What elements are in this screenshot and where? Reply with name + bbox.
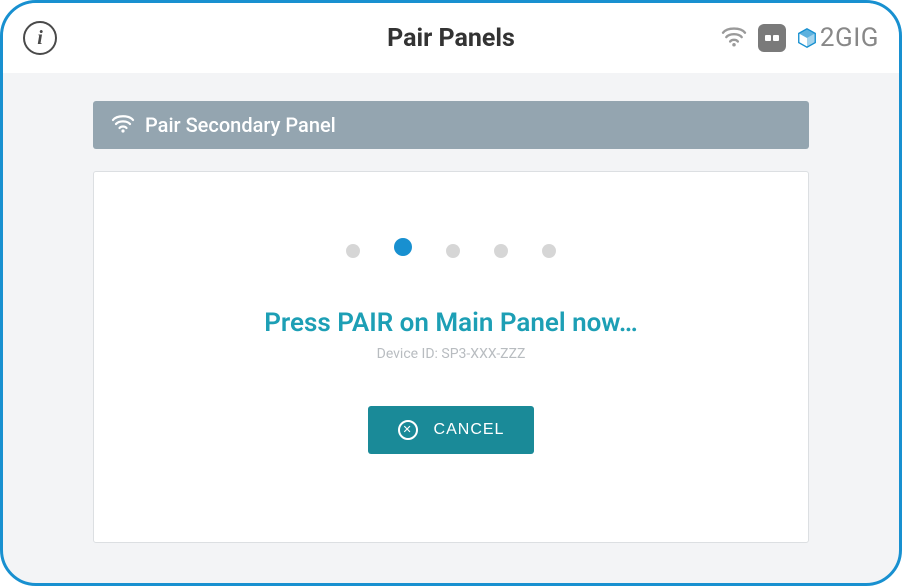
- section-header: Pair Secondary Panel: [93, 101, 809, 149]
- page-title: Pair Panels: [387, 24, 515, 53]
- power-plug-icon: [758, 24, 786, 52]
- wifi-icon: [111, 113, 135, 137]
- cancel-button-label: CANCEL: [434, 421, 505, 439]
- brand-text: 2GIG: [820, 23, 879, 53]
- progress-dot: [542, 244, 556, 258]
- header-bar: i Pair Panels: [3, 3, 899, 73]
- pairing-card: Press PAIR on Main Panel now… Device ID:…: [93, 171, 809, 543]
- section-title: Pair Secondary Panel: [145, 113, 336, 137]
- cancel-button[interactable]: ✕ CANCEL: [368, 406, 535, 454]
- device-id-text: Device ID: SP3-XXX-ZZZ: [377, 346, 526, 362]
- instruction-text: Press PAIR on Main Panel now…: [264, 308, 638, 338]
- brand-logo: 2GIG: [796, 23, 879, 53]
- screen-frame: i Pair Panels: [0, 0, 902, 586]
- progress-dot: [494, 244, 508, 258]
- progress-dot: [346, 244, 360, 258]
- brand-cube-icon: [796, 27, 818, 49]
- header-status-icons: 2GIG: [720, 23, 879, 53]
- progress-dot: [446, 244, 460, 258]
- x-circle-icon: ✕: [398, 420, 418, 440]
- wifi-icon: [720, 25, 748, 51]
- info-icon[interactable]: i: [23, 21, 57, 55]
- progress-dot-active: [394, 238, 412, 256]
- progress-dots: [346, 242, 556, 260]
- body-area: Pair Secondary Panel Press PAIR on Main …: [3, 73, 899, 583]
